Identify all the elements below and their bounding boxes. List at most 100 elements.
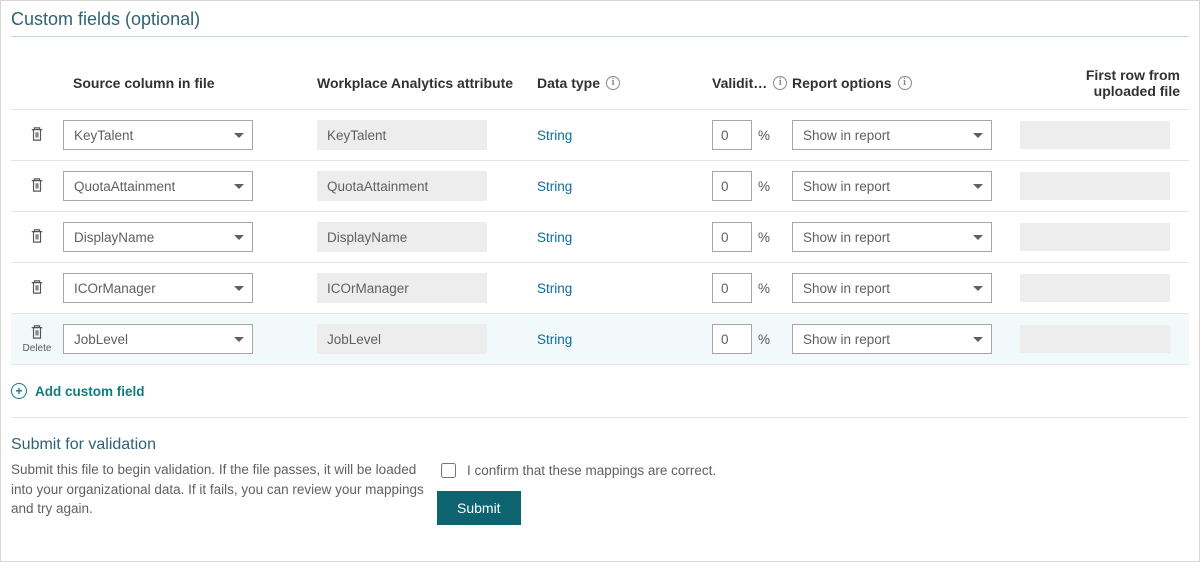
submit-title: Submit for validation: [11, 436, 1189, 454]
submit-button[interactable]: Submit: [437, 491, 521, 525]
caret-down-icon: [973, 286, 983, 291]
caret-down-icon: [234, 235, 244, 240]
trash-icon: [30, 283, 44, 298]
first-row-preview: [1020, 274, 1170, 302]
attribute-value: DisplayName: [327, 230, 407, 245]
source-column-value: ICOrManager: [74, 281, 156, 296]
caret-down-icon: [234, 184, 244, 189]
delete-row-button[interactable]: [11, 279, 63, 298]
title-underline: [11, 36, 1189, 37]
info-icon[interactable]: i: [773, 76, 787, 90]
header-validity: Validit…i: [712, 75, 792, 91]
delete-row-button[interactable]: [11, 177, 63, 196]
caret-down-icon: [234, 286, 244, 291]
caret-down-icon: [973, 235, 983, 240]
report-options-value: Show in report: [803, 281, 890, 296]
caret-down-icon: [973, 133, 983, 138]
validity-input[interactable]: [712, 273, 752, 303]
validity-input[interactable]: [712, 120, 752, 150]
header-attribute: Workplace Analytics attribute: [317, 75, 537, 91]
delete-row-button[interactable]: [11, 126, 63, 145]
table-row: DisplayName DisplayName String % Show in…: [11, 211, 1189, 262]
info-icon[interactable]: i: [606, 76, 620, 90]
percent-label: %: [758, 128, 770, 143]
attribute-value: ICOrManager: [327, 281, 409, 296]
percent-label: %: [758, 281, 770, 296]
first-row-preview: [1020, 172, 1170, 200]
source-column-value: QuotaAttainment: [74, 179, 175, 194]
attribute-pill: ICOrManager: [317, 273, 487, 303]
source-column-dropdown[interactable]: JobLevel: [63, 324, 253, 354]
caret-down-icon: [234, 337, 244, 342]
source-column-value: DisplayName: [74, 230, 154, 245]
datatype-value: String: [537, 332, 712, 347]
confirm-mappings-checkbox[interactable]: I confirm that these mappings are correc…: [437, 460, 1189, 481]
fields-table: Source column in file Workplace Analytic…: [11, 63, 1189, 364]
submit-section: Submit for validation Submit this file t…: [11, 436, 1189, 525]
report-options-value: Show in report: [803, 179, 890, 194]
table-header-row: Source column in file Workplace Analytic…: [11, 63, 1189, 109]
report-options-value: Show in report: [803, 332, 890, 347]
report-options-dropdown[interactable]: Show in report: [792, 222, 992, 252]
report-options-dropdown[interactable]: Show in report: [792, 273, 992, 303]
custom-fields-panel: Custom fields (optional) Source column i…: [0, 0, 1200, 562]
submit-description: Submit this file to begin validation. If…: [11, 460, 431, 519]
add-custom-field-button[interactable]: + Add custom field: [11, 364, 1189, 418]
trash-icon: [30, 181, 44, 196]
table-row: Delete JobLevel JobLevel String % Show i…: [11, 313, 1189, 364]
first-row-preview: [1020, 325, 1170, 353]
delete-row-button[interactable]: Delete: [11, 324, 63, 354]
report-options-dropdown[interactable]: Show in report: [792, 324, 992, 354]
table-row: KeyTalent KeyTalent String % Show in rep…: [11, 109, 1189, 160]
datatype-value: String: [537, 281, 712, 296]
attribute-pill: KeyTalent: [317, 120, 487, 150]
caret-down-icon: [973, 337, 983, 342]
validity-input[interactable]: [712, 171, 752, 201]
delete-row-button[interactable]: [11, 228, 63, 247]
report-options-dropdown[interactable]: Show in report: [792, 120, 992, 150]
header-source: Source column in file: [63, 75, 317, 91]
info-icon[interactable]: i: [898, 76, 912, 90]
caret-down-icon: [973, 184, 983, 189]
trash-icon: [30, 232, 44, 247]
caret-down-icon: [234, 133, 244, 138]
attribute-pill: QuotaAttainment: [317, 171, 487, 201]
attribute-value: KeyTalent: [327, 128, 386, 143]
source-column-dropdown[interactable]: DisplayName: [63, 222, 253, 252]
header-datatype: Data typei: [537, 75, 712, 91]
validity-input[interactable]: [712, 222, 752, 252]
first-row-preview: [1020, 121, 1170, 149]
report-options-value: Show in report: [803, 230, 890, 245]
source-column-value: KeyTalent: [74, 128, 133, 143]
plus-circle-icon: +: [11, 383, 27, 399]
trash-icon: [30, 328, 44, 343]
header-report: Report optionsi: [792, 75, 1020, 91]
confirm-label: I confirm that these mappings are correc…: [467, 463, 716, 478]
percent-label: %: [758, 230, 770, 245]
header-firstrow: First row from uploaded file: [1020, 67, 1180, 99]
source-column-dropdown[interactable]: QuotaAttainment: [63, 171, 253, 201]
trash-icon: [30, 130, 44, 145]
first-row-preview: [1020, 223, 1170, 251]
delete-label: Delete: [11, 344, 63, 354]
report-options-dropdown[interactable]: Show in report: [792, 171, 992, 201]
validity-input[interactable]: [712, 324, 752, 354]
source-column-value: JobLevel: [74, 332, 128, 347]
confirm-checkbox-input[interactable]: [441, 463, 456, 478]
source-column-dropdown[interactable]: ICOrManager: [63, 273, 253, 303]
datatype-value: String: [537, 128, 712, 143]
add-custom-field-label: Add custom field: [35, 384, 145, 399]
attribute-value: QuotaAttainment: [327, 179, 428, 194]
datatype-value: String: [537, 230, 712, 245]
report-options-value: Show in report: [803, 128, 890, 143]
table-row: ICOrManager ICOrManager String % Show in…: [11, 262, 1189, 313]
section-title: Custom fields (optional): [11, 7, 1189, 36]
table-row: QuotaAttainment QuotaAttainment String %…: [11, 160, 1189, 211]
percent-label: %: [758, 332, 770, 347]
attribute-value: JobLevel: [327, 332, 381, 347]
attribute-pill: DisplayName: [317, 222, 487, 252]
percent-label: %: [758, 179, 770, 194]
source-column-dropdown[interactable]: KeyTalent: [63, 120, 253, 150]
datatype-value: String: [537, 179, 712, 194]
attribute-pill: JobLevel: [317, 324, 487, 354]
